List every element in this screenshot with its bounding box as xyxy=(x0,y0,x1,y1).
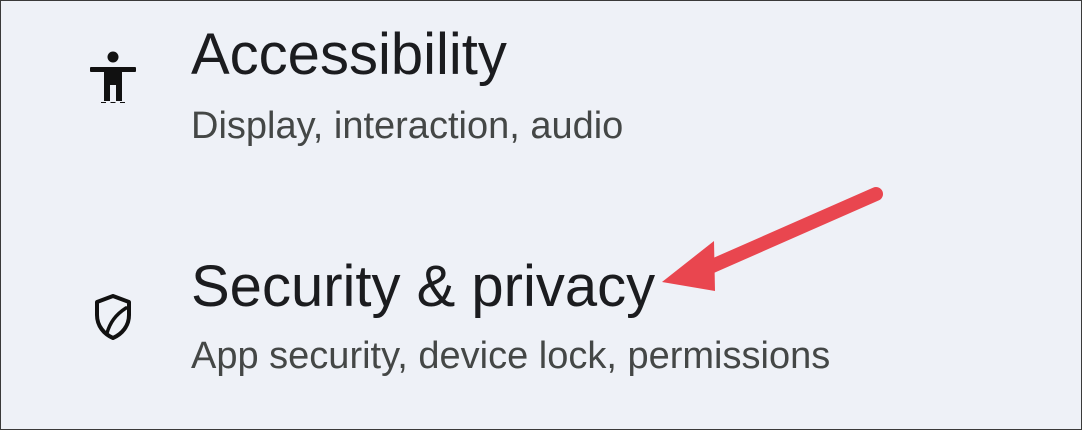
setting-title: Accessibility xyxy=(191,22,507,87)
setting-subtitle: Display, interaction, audio xyxy=(191,105,624,147)
settings-item-security[interactable]: Security & privacy App security, device … xyxy=(1,229,1081,379)
settings-item-accessibility[interactable]: Accessibility Display, interaction, audi… xyxy=(1,1,1081,151)
setting-subtitle: App security, device lock, permissions xyxy=(191,335,831,377)
accessibility-icon xyxy=(85,47,141,103)
shield-icon xyxy=(85,287,141,343)
settings-screen: Accessibility Display, interaction, audi… xyxy=(0,0,1082,430)
setting-title: Security & privacy xyxy=(191,254,656,319)
